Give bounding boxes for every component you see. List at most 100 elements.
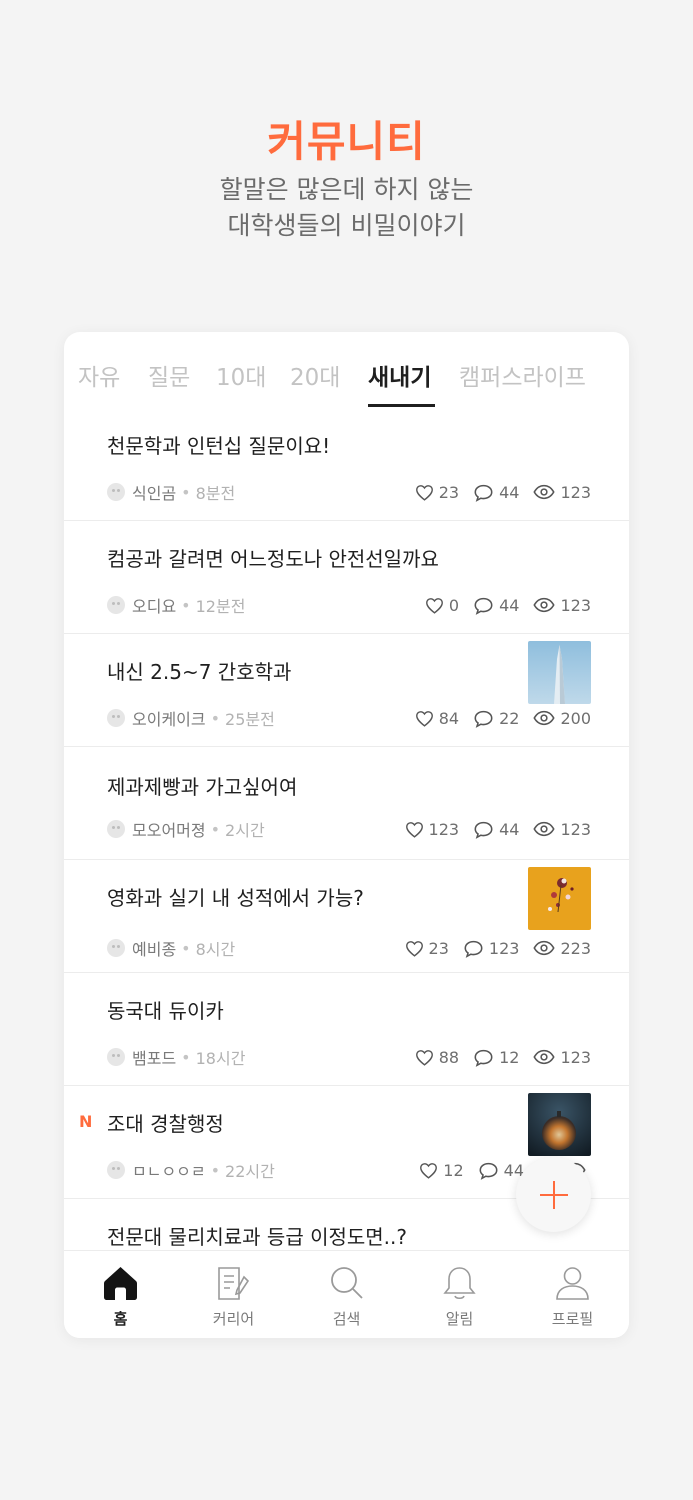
views-stat: 123 — [533, 596, 591, 615]
eye-icon — [533, 821, 556, 837]
post-stats: 23 44 123 — [401, 482, 591, 502]
comment-icon — [474, 821, 493, 839]
eye-icon — [533, 484, 556, 500]
bell-icon — [443, 1267, 476, 1300]
tab-twenties[interactable]: 20대 — [290, 358, 340, 392]
post-title: 조대 경찰행정 — [107, 1112, 224, 1136]
meta-separator: • — [210, 708, 221, 728]
post-stats: 23 123 223 — [391, 938, 591, 958]
nav-notifications[interactable]: 알림 — [403, 1251, 516, 1338]
meta-separator: • — [181, 1047, 191, 1067]
nav-career[interactable]: 커리어 — [177, 1251, 290, 1338]
post-item[interactable]: 천문학과 인턴십 질문이요! 식인곰 • 8분전 23 44 123 — [64, 408, 629, 521]
post-item[interactable]: 동국대 듀이카 뱀포드 • 18시간 88 12 123 — [64, 973, 629, 1086]
comment-icon — [474, 484, 493, 502]
post-item[interactable]: 제과제빵과 가고싶어여 모오어머졍 • 2시간 123 44 123 — [64, 747, 629, 860]
bottom-navigation: 홈 커리어 검색 알림 프로필 — [64, 1250, 629, 1338]
post-meta: 식인곰 • 8분전 — [107, 482, 235, 503]
avatar-icon — [107, 939, 125, 957]
post-author: 모오어머졍 — [132, 821, 206, 840]
post-time: 12분전 — [195, 597, 246, 616]
heart-icon — [420, 1162, 438, 1179]
hero-title: 커뮤니티 — [267, 117, 426, 166]
post-stats: 84 22 200 — [401, 708, 591, 728]
meta-separator: • — [181, 595, 191, 615]
post-author: 오이케이크 — [132, 710, 206, 729]
likes-stat: 123 — [405, 819, 460, 839]
post-meta: 오이케이크 • 25분전 — [107, 708, 275, 729]
post-title: 컴공과 갈려면 어느정도나 안전선일까요 — [107, 547, 439, 571]
tab-teens[interactable]: 10대 — [216, 358, 266, 392]
meta-separator: • — [181, 482, 191, 502]
nav-label-profile: 프로필 — [551, 1310, 594, 1328]
new-badge: N — [79, 1112, 93, 1131]
post-author: 오디요 — [132, 597, 177, 616]
comments-stat: 12 — [473, 1048, 519, 1067]
nav-label-notifications: 알림 — [445, 1310, 474, 1328]
post-title: 천문학과 인턴십 질문이요! — [107, 434, 331, 458]
nav-home[interactable]: 홈 — [64, 1251, 177, 1338]
heart-icon — [415, 710, 433, 727]
hero-subtitle-line2: 대학생들의 비밀이야기 — [227, 211, 466, 240]
post-title: 영화과 실기 내 성적에서 가능? — [107, 886, 364, 910]
post-title: 내신 2.5~7 간호학과 — [107, 660, 292, 684]
post-item[interactable]: 내신 2.5~7 간호학과 오이케이크 • 25분전 84 22 200 — [64, 634, 629, 747]
comments-stat: 44 — [473, 483, 519, 502]
comments-count: 22 — [499, 708, 520, 728]
likes-count: 12 — [443, 1160, 464, 1180]
heart-icon — [405, 821, 423, 838]
post-stats: 88 12 123 — [401, 1047, 591, 1067]
eye-icon — [533, 597, 556, 613]
views-stat: 200 — [533, 709, 591, 728]
post-meta: 오디요 • 12분전 — [107, 595, 246, 616]
meta-separator: • — [210, 819, 221, 839]
search-icon — [331, 1267, 363, 1299]
comments-stat: 22 — [473, 709, 519, 728]
comments-count: 123 — [488, 938, 520, 958]
likes-stat: 12 — [419, 1160, 464, 1180]
nav-label-search: 검색 — [332, 1310, 361, 1328]
likes-stat: 88 — [415, 1048, 459, 1067]
views-stat: 123 — [533, 820, 591, 839]
tab-question[interactable]: 질문 — [148, 358, 190, 392]
eye-icon — [533, 940, 556, 956]
glass-sphere-photo — [528, 1093, 591, 1156]
post-time: 8시간 — [195, 940, 236, 959]
views-stat: 123 — [533, 1048, 591, 1067]
eye-icon — [533, 1049, 556, 1065]
tab-freshman[interactable]: 새내기 — [368, 358, 431, 392]
post-item[interactable]: 컴공과 갈려면 어느정도나 안전선일까요 오디요 • 12분전 0 44 123 — [64, 521, 629, 634]
comments-count: 44 — [499, 482, 520, 502]
profile-icon — [556, 1267, 589, 1300]
avatar-icon — [107, 1048, 125, 1066]
comments-stat: 44 — [473, 820, 519, 839]
avatar-icon — [107, 820, 125, 838]
post-author: 예비종 — [132, 940, 177, 959]
document-icon — [218, 1267, 250, 1300]
comments-stat: 44 — [478, 1161, 524, 1180]
views-count: 123 — [560, 595, 591, 615]
avatar-icon — [107, 709, 125, 727]
eye-icon — [533, 710, 556, 726]
likes-stat: 0 — [425, 596, 459, 615]
flowers-photo — [528, 867, 591, 930]
tab-free[interactable]: 자유 — [78, 358, 120, 392]
comments-stat: 123 — [463, 938, 520, 958]
likes-count: 123 — [428, 819, 460, 839]
meta-separator: • — [181, 938, 191, 958]
post-item[interactable]: 영화과 실기 내 성적에서 가능? 예비종 • 8시간 23 123 223 — [64, 860, 629, 973]
post-author: 식인곰 — [132, 484, 177, 503]
comments-count: 12 — [499, 1047, 520, 1067]
tab-campus-life[interactable]: 캠퍼스라이프 — [459, 358, 586, 392]
heart-icon — [415, 1049, 433, 1066]
nav-profile[interactable]: 프로필 — [516, 1251, 629, 1338]
views-count: 200 — [560, 708, 591, 728]
comment-icon — [474, 710, 493, 728]
nav-search[interactable]: 검색 — [290, 1251, 403, 1338]
post-title: 전문대 물리치료과 등급 이정도면..? — [107, 1225, 408, 1249]
write-post-button[interactable] — [516, 1157, 591, 1232]
nav-label-career: 커리어 — [212, 1310, 255, 1328]
post-author: ㅁㄴㅇㅇㄹ — [132, 1162, 206, 1181]
home-icon — [104, 1267, 137, 1300]
likes-count: 23 — [428, 938, 449, 958]
